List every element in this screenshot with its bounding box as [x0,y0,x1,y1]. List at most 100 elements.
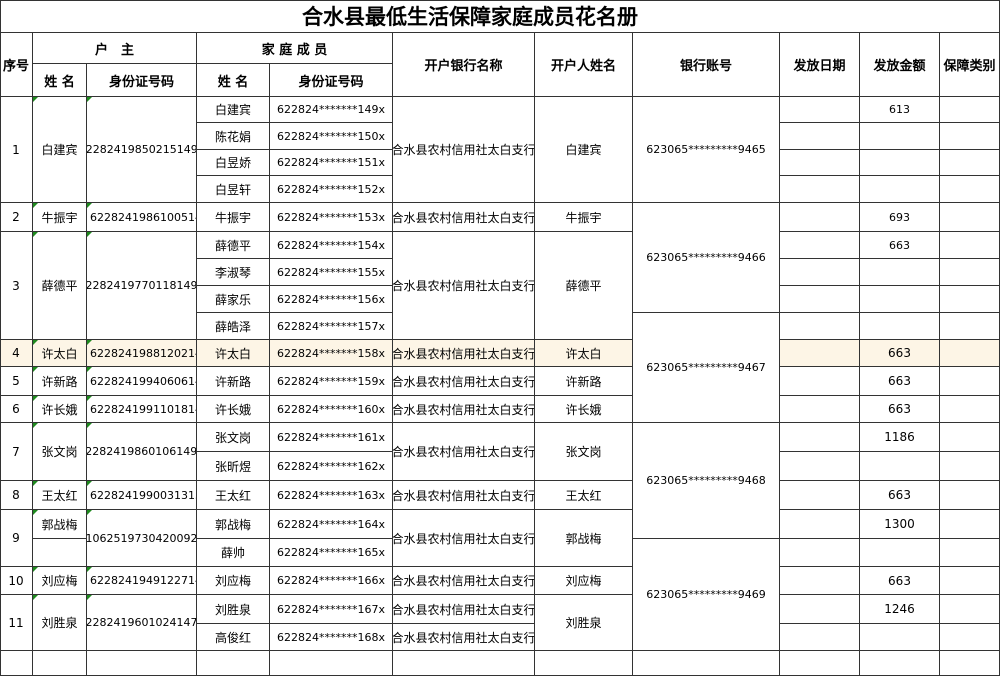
empty-cell[interactable] [535,651,633,676]
header-householder-id[interactable]: 身份证号码 [87,64,197,97]
bank-name-cell[interactable]: 合水县农村信用社太白支行 [393,624,535,651]
member-id-cell[interactable]: 622824*******161x [270,423,393,452]
account-holder-cell[interactable]: 牛振宇 [535,203,633,232]
bank-name-cell[interactable]: 合水县农村信用社太白支行 [393,367,535,396]
bank-account-cell[interactable]: 623065*********9465 [633,97,780,203]
empty-cell[interactable] [860,651,940,676]
issue-date-cell[interactable] [780,423,860,452]
security-type-cell[interactable] [940,452,1000,481]
header-issue-amount[interactable]: 发放金额 [860,33,940,97]
issue-amount-cell[interactable]: 1300 [860,510,940,539]
issue-amount-cell[interactable]: 663 [860,232,940,259]
member-id-cell[interactable]: 622824*******156x [270,286,393,313]
householder-name-cell[interactable]: 郭战梅 [33,510,87,539]
issue-date-cell[interactable] [780,539,860,567]
issue-date-cell[interactable] [780,340,860,367]
member-name-cell[interactable]: 许太白 [197,340,270,367]
security-type-cell[interactable] [940,97,1000,123]
seq-cell[interactable]: 9 [0,510,33,567]
bank-account-cell[interactable]: 623065*********9469 [633,539,780,651]
security-type-cell[interactable] [940,367,1000,396]
security-type-cell[interactable] [940,259,1000,286]
security-type-cell[interactable] [940,340,1000,367]
seq-cell[interactable]: 11 [0,595,33,651]
member-id-cell[interactable]: 622824*******150x [270,123,393,150]
empty-cell[interactable] [393,651,535,676]
member-name-cell[interactable]: 刘应梅 [197,567,270,595]
security-type-cell[interactable] [940,510,1000,539]
account-holder-cell[interactable]: 白建宾 [535,97,633,203]
security-type-cell[interactable] [940,567,1000,595]
householder-id-cell[interactable]: 610625197304200921 [87,510,197,567]
householder-name-cell[interactable]: 白建宾 [33,97,87,203]
account-holder-cell[interactable]: 郭战梅 [535,510,633,567]
member-name-cell[interactable]: 白昱轩 [197,176,270,203]
issue-date-cell[interactable] [780,481,860,510]
seq-cell[interactable]: 5 [0,367,33,396]
header-family-members[interactable]: 家 庭 成 员 [197,33,393,64]
householder-id-cell[interactable]: 622824199110181467 [87,396,197,423]
security-type-cell[interactable] [940,176,1000,203]
member-name-cell[interactable]: 牛振宇 [197,203,270,232]
issue-amount-cell[interactable] [860,539,940,567]
seq-cell[interactable]: 1 [0,97,33,203]
empty-cell[interactable] [87,651,197,676]
issue-amount-cell[interactable] [860,150,940,176]
account-holder-cell[interactable]: 刘胜泉 [535,595,633,651]
member-id-cell[interactable]: 622824*******166x [270,567,393,595]
security-type-cell[interactable] [940,624,1000,651]
security-type-cell[interactable] [940,203,1000,232]
householder-id-cell[interactable]: 62282419900313151X [87,481,197,510]
householder-id-cell[interactable]: 622824198812021471 [87,340,197,367]
security-type-cell[interactable] [940,539,1000,567]
householder-name-cell[interactable]: 张文岗 [33,423,87,481]
bank-account-cell[interactable]: 623065*********9467 [633,313,780,423]
issue-date-cell[interactable] [780,286,860,313]
issue-date-cell[interactable] [780,97,860,123]
member-name-cell[interactable]: 高俊红 [197,624,270,651]
issue-date-cell[interactable] [780,313,860,340]
empty-cell[interactable] [270,651,393,676]
empty-cell[interactable] [940,651,1000,676]
security-type-cell[interactable] [940,595,1000,624]
member-name-cell[interactable]: 许新路 [197,367,270,396]
empty-cell[interactable] [780,651,860,676]
header-account-holder[interactable]: 开户人姓名 [535,33,633,97]
issue-date-cell[interactable] [780,595,860,624]
member-name-cell[interactable]: 许长娥 [197,396,270,423]
bank-name-cell[interactable]: 合水县农村信用社太白支行 [393,203,535,232]
member-id-cell[interactable]: 622824*******157x [270,313,393,340]
householder-id-cell[interactable]: 62282419850215149x [87,97,197,203]
member-id-cell[interactable]: 622824*******160x [270,396,393,423]
seq-cell[interactable]: 6 [0,396,33,423]
seq-cell[interactable]: 8 [0,481,33,510]
security-type-cell[interactable] [940,396,1000,423]
account-holder-cell[interactable]: 许太白 [535,340,633,367]
bank-name-cell[interactable]: 合水县农村信用社太白支行 [393,567,535,595]
empty-cell[interactable] [197,651,270,676]
householder-id-cell[interactable]: 622824199406061472 [87,367,197,396]
member-id-cell[interactable]: 622824*******168x [270,624,393,651]
issue-date-cell[interactable] [780,567,860,595]
member-id-cell[interactable]: 622824*******165x [270,539,393,567]
member-id-cell[interactable]: 622824*******152x [270,176,393,203]
member-id-cell[interactable]: 622824*******155x [270,259,393,286]
seq-cell[interactable]: 4 [0,340,33,367]
header-bank-account[interactable]: 银行账号 [633,33,780,97]
householder-id-cell[interactable]: 622824196010241473 [87,595,197,651]
issue-amount-cell[interactable] [860,259,940,286]
header-bank-name[interactable]: 开户银行名称 [393,33,535,97]
header-security-type[interactable]: 保障类别 [940,33,1000,97]
householder-id-cell[interactable]: 622824198610051496 [87,203,197,232]
bank-name-cell[interactable]: 合水县农村信用社太白支行 [393,423,535,481]
member-id-cell[interactable]: 622824*******151x [270,150,393,176]
issue-date-cell[interactable] [780,510,860,539]
member-id-cell[interactable]: 622824*******153x [270,203,393,232]
seq-cell[interactable]: 2 [0,203,33,232]
member-name-cell[interactable]: 李淑琴 [197,259,270,286]
member-id-cell[interactable]: 622824*******149x [270,97,393,123]
issue-amount-cell[interactable] [860,624,940,651]
empty-cell[interactable] [633,651,780,676]
issue-amount-cell[interactable]: 663 [860,367,940,396]
householder-name-cell[interactable]: 牛振宇 [33,203,87,232]
